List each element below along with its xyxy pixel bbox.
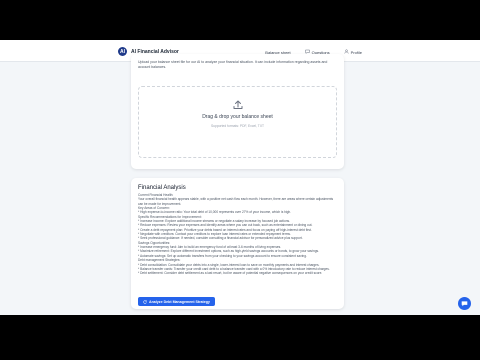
- nav-link-profile[interactable]: Profile: [344, 49, 362, 56]
- user-icon: [344, 49, 349, 56]
- analysis-text: Current Financial Health: Your overall f…: [138, 193, 337, 276]
- app-viewport: AI AI Financial Advisor Balance sheet Qu…: [0, 40, 480, 315]
- refresh-icon: [143, 299, 147, 304]
- dropzone-title: Drag & drop your balance sheet: [202, 114, 273, 120]
- upload-card: Upload your balance sheet file for our A…: [131, 54, 344, 169]
- analysis-card: Financial Analysis Current Financial Hea…: [131, 178, 344, 309]
- dropzone-subtitle: Supported formats: PDF, Excel, TXT: [210, 124, 265, 128]
- nav-link-label: Profile: [350, 50, 362, 55]
- analyze-debt-strategy-button[interactable]: Analyze Debt Management Strategy: [138, 297, 215, 306]
- brand-logo: AI: [118, 47, 127, 56]
- analysis-line: * Debt settlement: Consider debt settlem…: [138, 271, 323, 276]
- analysis-line: Your overall financial health appears st…: [138, 197, 334, 206]
- chat-fab-button[interactable]: [458, 297, 471, 310]
- analysis-title: Financial Analysis: [138, 185, 186, 191]
- file-dropzone[interactable]: [138, 86, 337, 158]
- analyze-button-label: Analyze Debt Management Strategy: [149, 299, 210, 304]
- chat-bubble-icon: [461, 301, 468, 307]
- upload-icon: [233, 100, 243, 109]
- upload-description: Upload your balance sheet file for our A…: [138, 60, 328, 69]
